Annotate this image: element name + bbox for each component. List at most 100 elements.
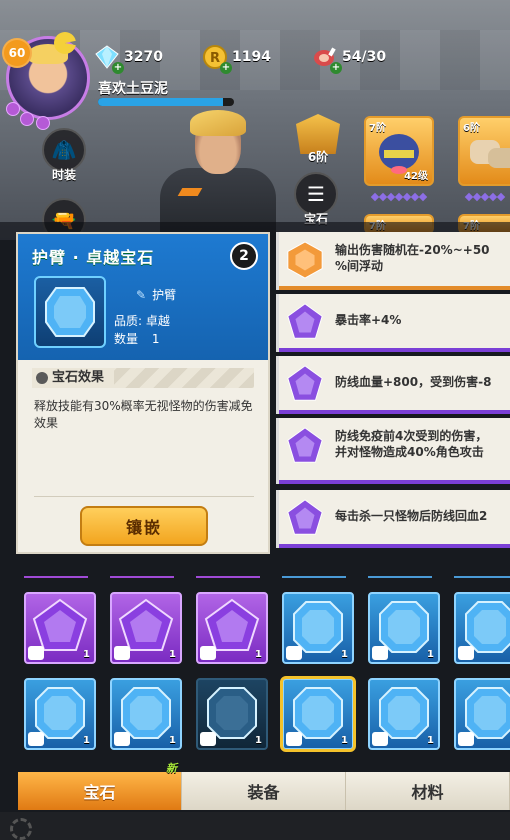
purple-gem-icon <box>287 303 323 339</box>
gem-count: 1 <box>169 649 176 660</box>
detail-header: 护臂 · 卓越宝石 2 ✎ 护臂 品质: 卓越 数量 1 <box>18 234 268 360</box>
bead-icon <box>6 102 20 116</box>
slot-tag-icon <box>28 646 44 660</box>
jacket-icon: 🧥 <box>51 138 77 162</box>
effect-underline <box>279 410 510 414</box>
stamina-resource[interactable]: + 54/30 <box>312 44 387 74</box>
slot-tag-icon <box>200 646 216 660</box>
gem-cell[interactable]: 1 <box>196 592 268 664</box>
hero-hair <box>190 110 246 136</box>
effect-section-title: 宝石效果 <box>52 370 105 385</box>
effect-line-1: 防线免疫前4次受到的伤害， <box>335 429 488 443</box>
orange-gem-icon <box>287 241 323 279</box>
effect-underline <box>279 544 510 548</box>
purple-gem-icon <box>287 427 323 463</box>
tab-bar: 宝石 装备 材料 <box>18 772 510 810</box>
quantity-value: 1 <box>151 332 160 346</box>
effect-row: 防线免疫前4次受到的伤害， 并对怪物造成40%角色攻击 <box>276 418 510 484</box>
slot-tag-icon <box>286 732 302 746</box>
coin-count: 1194 <box>232 49 271 65</box>
slot-tag-icon <box>458 732 474 746</box>
quantity-key: 数量 <box>114 332 139 346</box>
gem-count: 1 <box>255 649 262 660</box>
gem-count: 1 <box>83 649 90 660</box>
exp-bar <box>98 98 234 106</box>
gem-cell[interactable]: 1 <box>454 678 510 750</box>
hero-character <box>150 110 280 240</box>
close-button[interactable]: 2 <box>230 242 258 270</box>
close-icon: 2 <box>239 248 249 264</box>
equip-card-gloves[interactable]: 6阶 <box>458 116 510 186</box>
quality-row: 品质: 卓越 <box>114 312 170 329</box>
arm-slot-icon: ✎ <box>136 288 147 302</box>
gem-cell[interactable]: 1 <box>368 592 440 664</box>
effect-row: 暴击率+4% <box>276 294 510 352</box>
diamond-resource[interactable]: + 3270 <box>94 45 163 74</box>
embed-button[interactable]: 镶嵌 <box>80 506 208 546</box>
equip-level: 42级 <box>404 171 428 182</box>
gem-cell[interactable]: 1 <box>280 676 356 752</box>
grid-divider <box>454 576 510 578</box>
effect-section-header: 宝石效果 <box>32 368 254 388</box>
effect-text: 输出伤害随机在-20%~+50 %间浮动 <box>335 242 510 274</box>
add-coin-icon[interactable]: + <box>220 62 232 74</box>
effect-text: 暴击率+4% <box>335 312 510 328</box>
gem-cell[interactable]: 1 <box>24 592 96 664</box>
effect-dot-icon <box>36 372 48 384</box>
gem-count: 1 <box>341 649 348 660</box>
grid-divider <box>110 576 174 578</box>
bead-icon <box>20 112 34 126</box>
gem-cell[interactable]: 1 <box>196 678 268 750</box>
quality-key: 品质: <box>114 314 143 328</box>
add-diamond-icon[interactable]: + <box>112 62 124 74</box>
grid-divider <box>368 576 432 578</box>
rank-label: 6阶 <box>307 150 329 164</box>
slot-tag-icon <box>28 732 44 746</box>
effect-line-1: 输出伤害随机在-20%~+50 <box>335 243 490 257</box>
purple-gem-icon <box>287 499 323 535</box>
slot-tag-icon <box>372 646 388 660</box>
slot-label: 护臂 <box>152 288 177 302</box>
list-icon: ☰ <box>307 182 325 206</box>
pacman-frame-icon <box>54 32 76 54</box>
meat-icon: + <box>312 44 342 74</box>
tab-gem[interactable]: 宝石 <box>18 772 182 810</box>
svg-text:R: R <box>210 51 220 66</box>
slot-tag-icon <box>114 732 130 746</box>
slot-tag-icon <box>458 646 474 660</box>
exp-fill <box>98 98 224 106</box>
level-badge: 60 <box>2 38 32 68</box>
star-row <box>370 192 428 202</box>
gem-cell[interactable]: 1 <box>282 592 354 664</box>
quality-value: 卓越 <box>145 314 170 328</box>
blue-gem-icon <box>45 287 95 337</box>
gem-cell[interactable]: 1 <box>454 592 510 664</box>
gem-cell[interactable]: 1 <box>368 678 440 750</box>
effect-line-1: 每击杀一只怪物后防线回血2 <box>335 509 488 523</box>
effect-line-1: 暴击率+4% <box>335 313 402 327</box>
tab-equipment[interactable]: 装备 <box>182 772 346 810</box>
gem-cell[interactable]: 1 <box>24 678 96 750</box>
stamina-count: 54/30 <box>342 49 387 65</box>
slot-tag-icon <box>200 732 216 746</box>
star-row <box>464 192 506 202</box>
coin-icon: R + <box>202 44 232 74</box>
footer-bar <box>0 812 510 840</box>
equip-card-helmet[interactable]: 7阶 42级 <box>364 116 434 186</box>
grid-divider <box>282 576 346 578</box>
gem-cell[interactable]: 1 <box>110 592 182 664</box>
add-stamina-icon[interactable]: + <box>330 62 342 74</box>
player-avatar[interactable]: 60 <box>2 32 96 130</box>
grid-divider <box>24 576 88 578</box>
gem-preview <box>34 276 106 348</box>
gem-count: 1 <box>169 735 176 746</box>
effect-row: 防线血量+800，受到伤害-8 <box>276 356 510 414</box>
diamond-count: 3270 <box>124 49 163 65</box>
gem-cell[interactable]: 1 <box>110 678 182 750</box>
divider <box>34 496 254 497</box>
gear-icon <box>10 818 32 840</box>
gem-count: 1 <box>427 649 434 660</box>
effect-line-2: 并对怪物造成40%角色攻击 <box>335 445 484 459</box>
coin-resource[interactable]: R + 1194 <box>202 44 271 74</box>
tab-material[interactable]: 材料 <box>346 772 510 810</box>
